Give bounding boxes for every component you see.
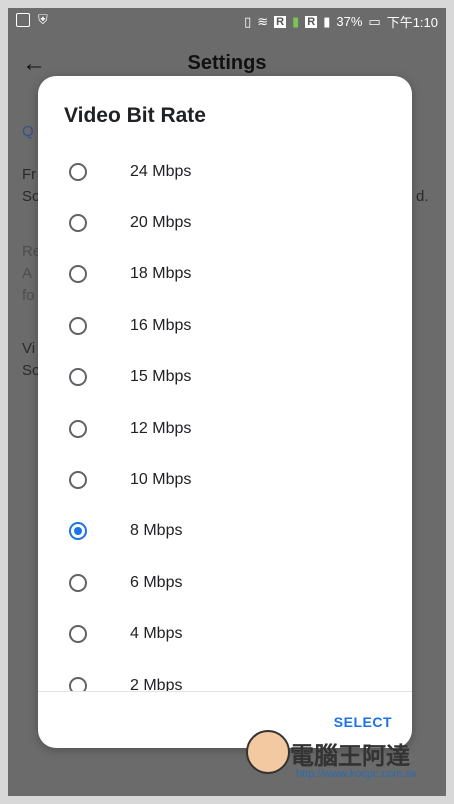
bitrate-option-label: 18 Mbps [130, 265, 192, 283]
dialog-title: Video Bit Rate [64, 104, 206, 127]
bitrate-option-label: 15 Mbps [130, 368, 192, 386]
radio-unchecked-icon[interactable] [69, 214, 87, 233]
clock: 下午1:10 [386, 15, 438, 30]
bitrate-option-label: 10 Mbps [130, 471, 192, 489]
bg-setting-2-sub-1: A [22, 265, 33, 282]
battery-icon: ▭ [368, 13, 381, 29]
watermark: 電腦王阿達 http://www.kocpc.com.tw [246, 730, 446, 788]
bitrate-option[interactable]: 15 Mbps [38, 352, 412, 403]
status-right: ▯ ≋ R ▮ R ▮ 37% ▭ 下午1:10 [244, 12, 438, 31]
bitrate-option-label: 24 Mbps [130, 162, 192, 180]
radio-unchecked-icon[interactable] [69, 676, 87, 691]
vibrate-icon: ▯ [244, 13, 252, 29]
watermark-text: 電腦王阿達 [290, 743, 410, 770]
radio-unchecked-icon[interactable] [69, 573, 87, 592]
bitrate-option[interactable]: 20 Mbps [38, 197, 412, 248]
bg-setting-1-sub-end: d. [416, 188, 429, 205]
sim-badge-1: R [274, 15, 287, 28]
bitrate-option-label: 20 Mbps [130, 214, 192, 232]
bg-setting-1-sub: Sc [22, 188, 40, 205]
radio-unchecked-icon[interactable] [69, 625, 87, 644]
bitrate-option-label: 2 Mbps [130, 676, 183, 691]
bitrate-option-label: 4 Mbps [130, 625, 183, 643]
sim-badge-2: R [305, 15, 318, 28]
bitrate-dialog: Video Bit Rate 24 Mbps 20 Mbps 18 Mbps 16 M… [38, 76, 412, 748]
bitrate-option[interactable]: 2 Mbps [38, 660, 412, 691]
radio-unchecked-icon[interactable] [69, 162, 87, 181]
bitrate-option[interactable]: 4 Mbps [38, 609, 412, 660]
phone-screen: ⛨ ▯ ≋ R ▮ R ▮ 37% ▭ 下午1:10 ← Settings Q … [8, 8, 446, 796]
status-left: ⛨ [16, 12, 48, 28]
page-title: Settings [187, 52, 267, 74]
signal-icon: ▮ [292, 13, 300, 29]
radio-unchecked-icon[interactable] [69, 471, 87, 490]
radio-unchecked-icon[interactable] [69, 265, 87, 284]
radio-unchecked-icon[interactable] [69, 368, 87, 387]
battery-percent: 37% [336, 14, 363, 29]
shield-icon: ⛨ [38, 12, 48, 27]
signal-icon-2: ▮ [323, 13, 331, 29]
radio-unchecked-icon[interactable] [69, 419, 87, 438]
radio-checked-icon[interactable] [69, 522, 87, 541]
bitrate-option-label: 12 Mbps [130, 419, 192, 437]
bg-section-title: Q [22, 123, 34, 140]
bitrate-option[interactable]: 24 Mbps [38, 146, 412, 197]
bitrate-option[interactable]: 8 Mbps [38, 506, 412, 557]
mascot-face-icon [246, 730, 290, 774]
options-list[interactable]: 24 Mbps 20 Mbps 18 Mbps 16 Mbps 15 Mbps 12 Mb… [38, 146, 412, 691]
dialog-divider [38, 691, 412, 692]
bitrate-option-label: 16 Mbps [130, 316, 192, 334]
bitrate-option[interactable]: 16 Mbps [38, 300, 412, 351]
bitrate-option[interactable]: 12 Mbps [38, 403, 412, 454]
select-button[interactable]: SELECT [334, 714, 392, 730]
bg-setting-2-sub-2: fo [22, 287, 35, 304]
bg-setting-1-title: Fr [22, 166, 37, 183]
radio-unchecked-icon[interactable] [69, 316, 87, 335]
bitrate-option-label: 8 Mbps [130, 522, 183, 540]
bitrate-option-label: 6 Mbps [130, 573, 183, 591]
gallery-icon [16, 13, 30, 27]
watermark-url: http://www.kocpc.com.tw [296, 768, 417, 780]
bitrate-option[interactable]: 18 Mbps [38, 249, 412, 300]
bitrate-option[interactable]: 6 Mbps [38, 557, 412, 608]
status-bar: ⛨ ▯ ≋ R ▮ R ▮ 37% ▭ 下午1:10 [8, 8, 446, 32]
bg-setting-3-title: Vi [22, 340, 36, 357]
wifi-icon: ≋ [257, 13, 269, 29]
bg-setting-3-sub: Sc [22, 362, 40, 379]
bitrate-option[interactable]: 10 Mbps [38, 454, 412, 505]
